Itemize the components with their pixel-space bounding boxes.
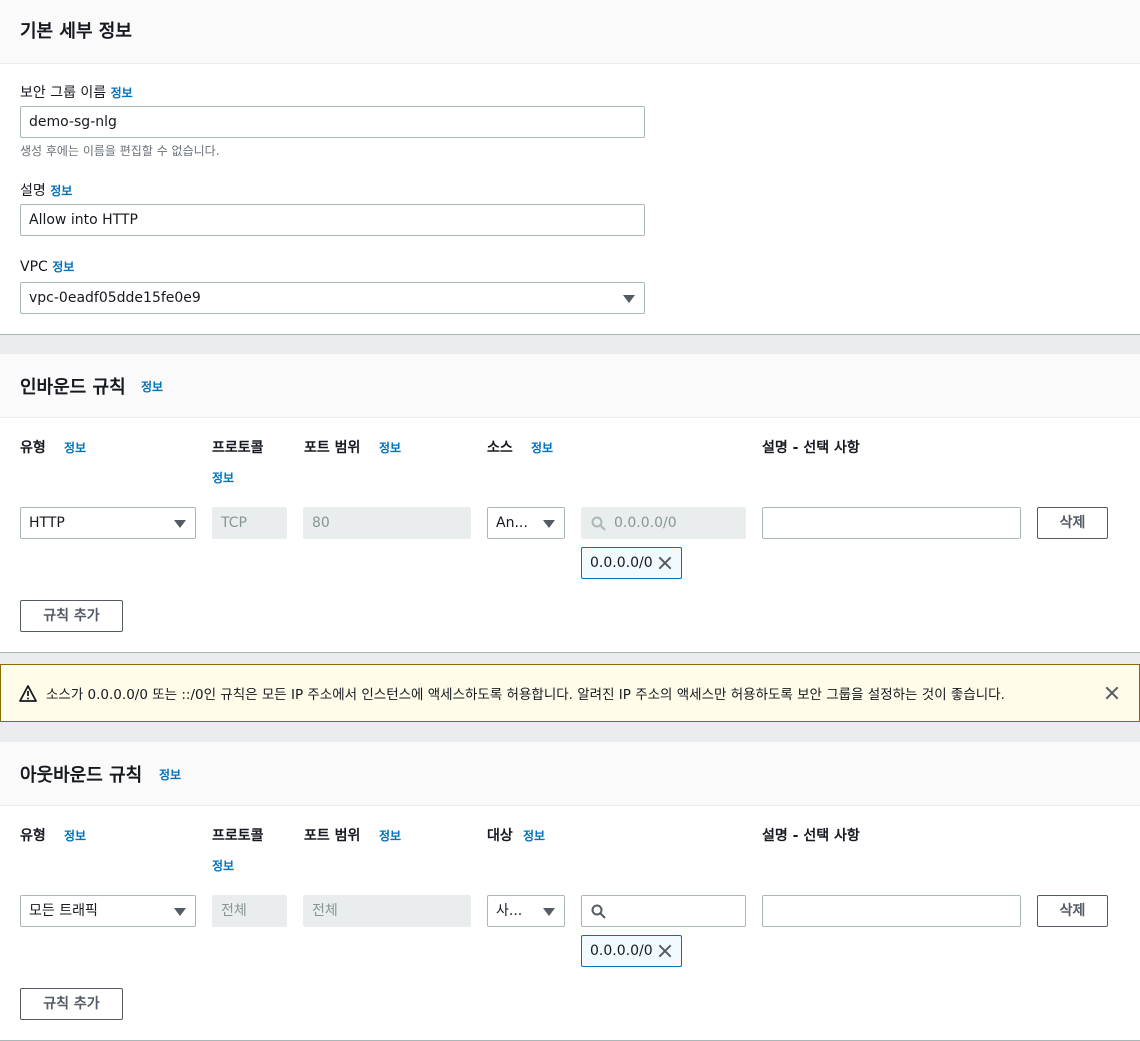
outbound-add-rule-button[interactable]: 규칙 추가 xyxy=(20,988,123,1020)
description-input[interactable] xyxy=(20,204,645,236)
inbound-title: 인바운드 규칙 xyxy=(20,377,126,398)
chevron-down-icon xyxy=(174,520,186,528)
panel-divider xyxy=(0,652,1140,653)
vpc-select[interactable]: vpc-0eadf05dde15fe0e9 xyxy=(20,282,645,314)
col-protocol-info-link[interactable]: 정보 xyxy=(212,469,234,486)
outbound-port-field: 전체 xyxy=(303,895,471,927)
warning-alert: 소스가 0.0.0.0/0 또는 ::/0인 규칙은 모든 IP 주소에서 인스… xyxy=(0,664,1140,722)
sg-name-label-row: 보안 그룹 이름 정보 xyxy=(20,82,133,102)
inbound-protocol-field: TCP xyxy=(212,507,287,539)
vpc-select-value: vpc-0eadf05dde15fe0e9 xyxy=(29,290,201,306)
chevron-down-icon xyxy=(174,908,186,916)
col-protocol-info-link[interactable]: 정보 xyxy=(212,857,234,874)
col-type-header: 유형 xyxy=(20,828,46,844)
col-desc-header: 설명 - 선택 사항 xyxy=(762,828,860,844)
outbound-dest-token-label: 0.0.0.0/0 xyxy=(590,943,653,959)
inbound-add-rule-button[interactable]: 규칙 추가 xyxy=(20,600,123,632)
chevron-down-icon xyxy=(543,908,555,916)
search-icon xyxy=(591,904,606,919)
inbound-desc-input[interactable] xyxy=(762,507,1021,539)
col-port-info-link[interactable]: 정보 xyxy=(379,439,401,456)
chevron-down-icon xyxy=(543,520,555,528)
close-icon[interactable] xyxy=(658,556,672,570)
inbound-source-value: An... xyxy=(496,515,528,531)
outbound-rules-panel: 아웃바운드 규칙 정보 유형 정보 프로토콜 정보 포트 범위 정보 대상 정보… xyxy=(0,742,1140,1041)
basic-details-panel: 기본 세부 정보 보안 그룹 이름 정보 생성 후에는 이름을 편집할 수 없습… xyxy=(0,0,1140,334)
desc-label: 설명 xyxy=(20,183,46,199)
inbound-delete-button[interactable]: 삭제 xyxy=(1037,507,1108,539)
outbound-info-link[interactable]: 정보 xyxy=(159,766,181,783)
inbound-rules-panel: 인바운드 규칙 정보 유형 정보 프로토콜 정보 포트 범위 정보 소스 정보 … xyxy=(0,354,1140,652)
vpc-label: VPC xyxy=(20,259,48,275)
basic-details-header xyxy=(0,0,1140,64)
col-source-header: 소스 xyxy=(487,440,513,456)
col-desc-header: 설명 - 선택 사항 xyxy=(762,440,860,456)
col-port-header: 포트 범위 xyxy=(304,828,361,844)
inbound-source-token: 0.0.0.0/0 xyxy=(581,547,682,579)
vpc-info-link[interactable]: 정보 xyxy=(52,260,74,274)
col-source-info-link[interactable]: 정보 xyxy=(531,439,553,456)
warning-icon xyxy=(19,685,37,702)
inbound-source-token-label: 0.0.0.0/0 xyxy=(590,555,653,571)
basic-details-title: 기본 세부 정보 xyxy=(20,21,132,42)
inbound-source-search-placeholder: 0.0.0.0/0 xyxy=(614,515,677,531)
col-type-info-link[interactable]: 정보 xyxy=(64,827,86,844)
sg-name-hint: 생성 후에는 이름을 편집할 수 없습니다. xyxy=(20,144,220,158)
inbound-source-select[interactable]: An... xyxy=(487,507,565,539)
col-type-info-link[interactable]: 정보 xyxy=(64,439,86,456)
search-icon xyxy=(591,516,606,531)
inbound-type-value: HTTP xyxy=(29,515,65,531)
inbound-type-select[interactable]: HTTP xyxy=(20,507,196,539)
close-icon[interactable] xyxy=(1105,686,1119,700)
inbound-header xyxy=(0,354,1140,418)
outbound-protocol-field: 전체 xyxy=(212,895,287,927)
outbound-dest-value: 사... xyxy=(496,903,523,919)
col-port-info-link[interactable]: 정보 xyxy=(379,827,401,844)
col-dest-info-link[interactable]: 정보 xyxy=(523,827,545,844)
col-type-header: 유형 xyxy=(20,440,46,456)
outbound-dest-search[interactable] xyxy=(581,895,746,927)
outbound-type-select[interactable]: 모든 트래픽 xyxy=(20,895,196,927)
sg-name-info-link[interactable]: 정보 xyxy=(111,86,133,100)
col-protocol-header: 프로토콜 xyxy=(212,828,264,844)
warning-text: 소스가 0.0.0.0/0 또는 ::/0인 규칙은 모든 IP 주소에서 인스… xyxy=(46,687,1005,703)
sg-name-label: 보안 그룹 이름 xyxy=(20,85,107,101)
inbound-source-search[interactable]: 0.0.0.0/0 xyxy=(581,507,746,539)
outbound-dest-token: 0.0.0.0/0 xyxy=(581,935,682,967)
close-icon[interactable] xyxy=(658,944,672,958)
outbound-dest-select[interactable]: 사... xyxy=(487,895,565,927)
sg-name-input[interactable] xyxy=(20,106,645,138)
chevron-down-icon xyxy=(623,295,635,303)
desc-label-row: 설명 정보 xyxy=(20,180,72,200)
outbound-type-value: 모든 트래픽 xyxy=(29,903,98,919)
inbound-info-link[interactable]: 정보 xyxy=(141,378,163,395)
panel-divider xyxy=(0,334,1140,335)
outbound-title: 아웃바운드 규칙 xyxy=(20,765,143,786)
outbound-delete-button[interactable]: 삭제 xyxy=(1037,895,1108,927)
outbound-desc-input[interactable] xyxy=(762,895,1021,927)
col-port-header: 포트 범위 xyxy=(304,440,361,456)
inbound-port-field: 80 xyxy=(303,507,471,539)
col-protocol-header: 프로토콜 xyxy=(212,440,264,456)
vpc-label-row: VPC 정보 xyxy=(20,258,74,275)
desc-info-link[interactable]: 정보 xyxy=(50,184,72,198)
col-dest-header: 대상 xyxy=(487,828,513,844)
